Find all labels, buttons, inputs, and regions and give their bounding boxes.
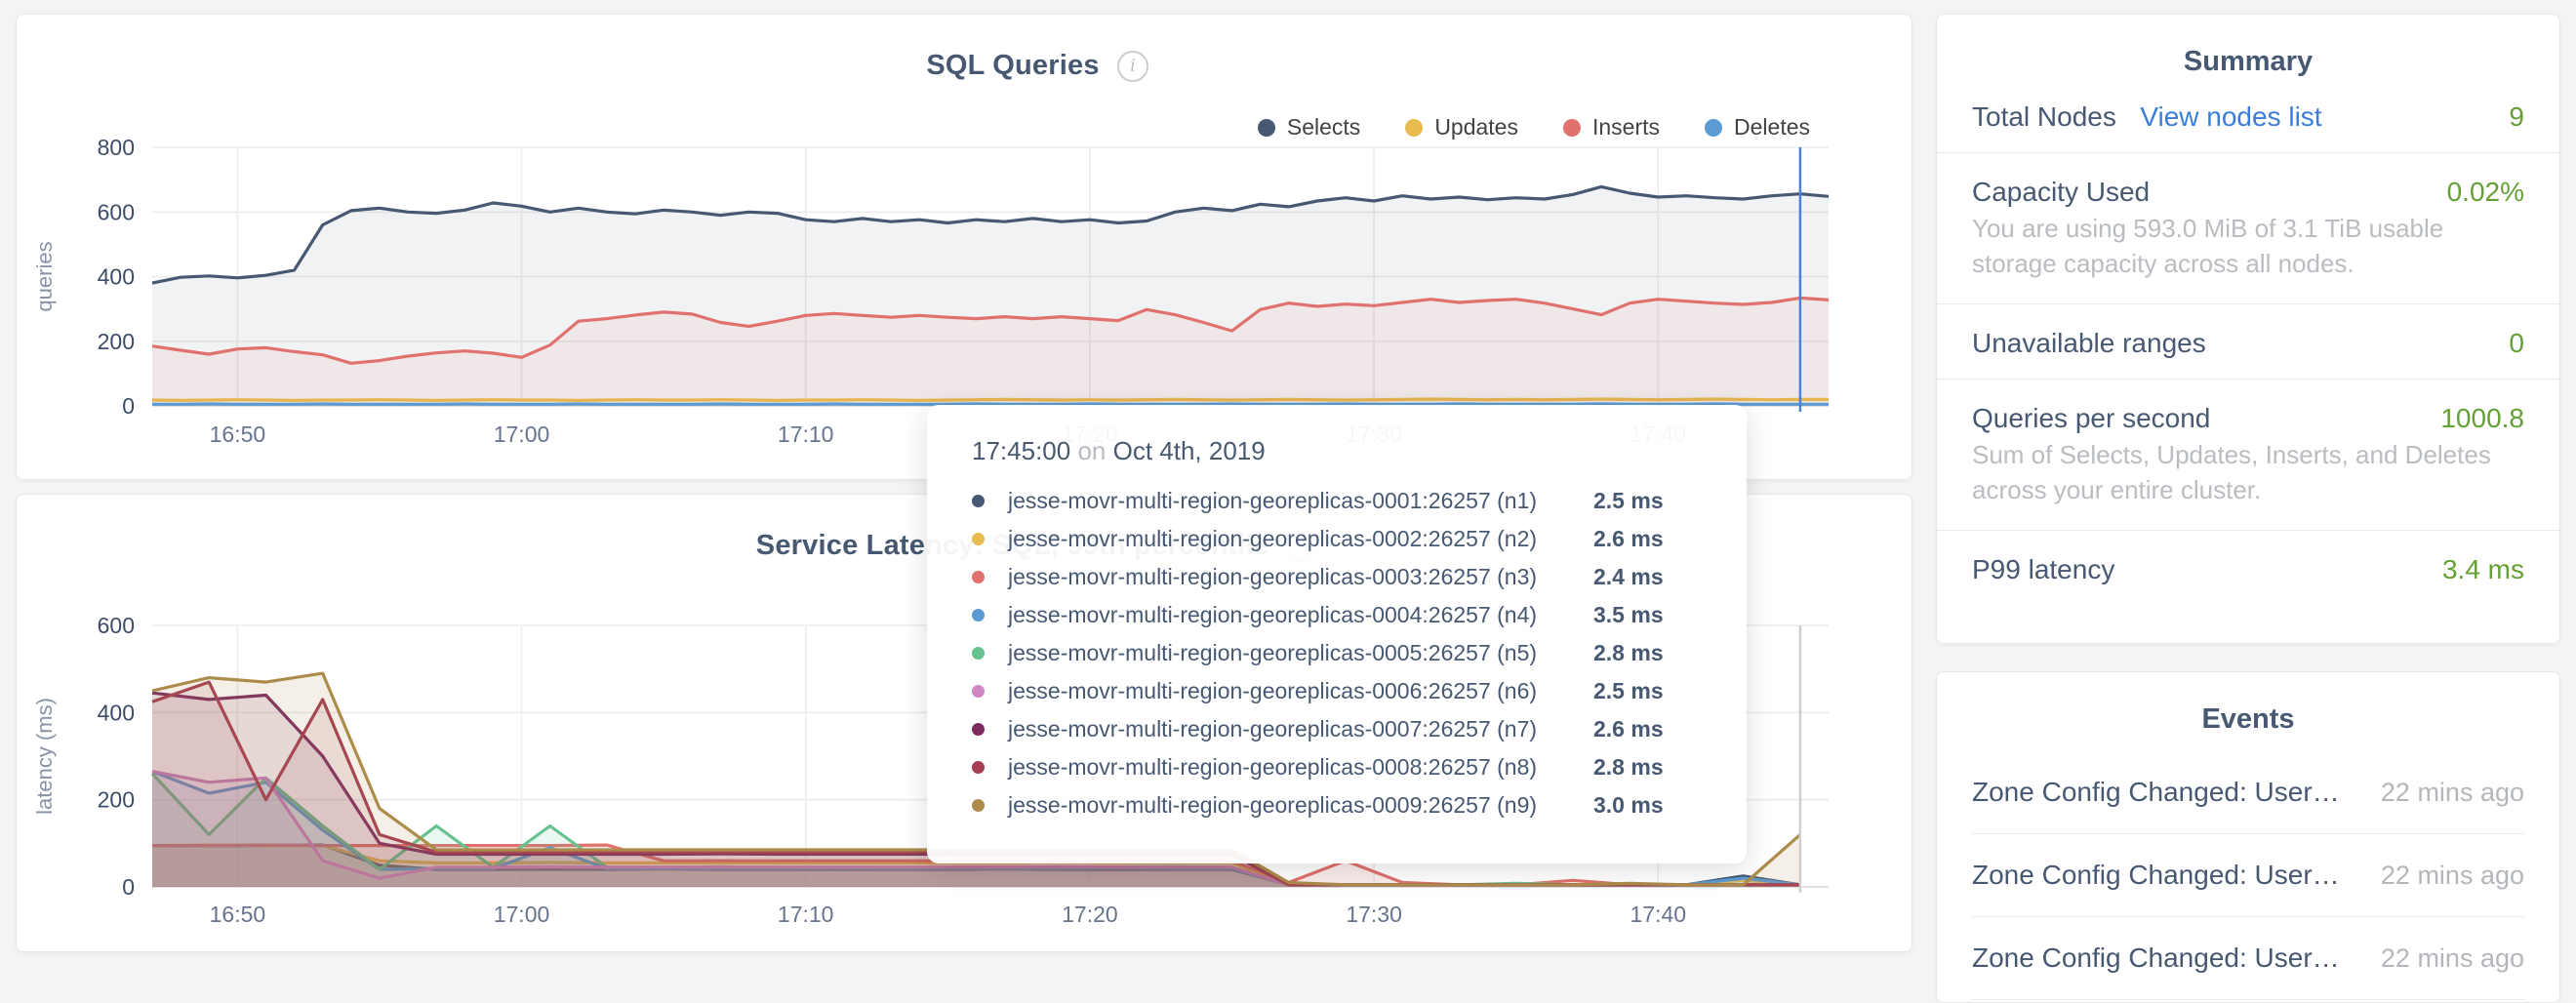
event-row[interactable]: Zone Config Changed: User… 22 mins ago bbox=[1972, 751, 2524, 834]
tooltip-rows: jesse-movr-multi-region-georeplicas-0001… bbox=[972, 482, 1708, 824]
node-latency-value: 2.8 ms bbox=[1593, 754, 1664, 781]
node-name: jesse-movr-multi-region-georeplicas-0004… bbox=[1008, 602, 1593, 628]
p99-latency-label: P99 latency bbox=[1972, 554, 2114, 585]
event-text: Zone Config Changed: User… bbox=[1972, 943, 2340, 974]
node-name: jesse-movr-multi-region-georeplicas-0003… bbox=[1008, 564, 1593, 590]
event-text: Zone Config Changed: User… bbox=[1972, 777, 2340, 808]
tooltip-node-row: jesse-movr-multi-region-georeplicas-0008… bbox=[972, 748, 1708, 786]
svg-text:600: 600 bbox=[98, 199, 135, 224]
events-title: Events bbox=[1937, 672, 2559, 736]
summary-panel: Summary Total Nodes View nodes list 9 Ca… bbox=[1936, 14, 2560, 644]
tooltip-node-row: jesse-movr-multi-region-georeplicas-0002… bbox=[972, 520, 1708, 558]
node-latency-value: 3.0 ms bbox=[1593, 792, 1664, 819]
view-nodes-list-link[interactable]: View nodes list bbox=[2140, 101, 2321, 132]
node-latency-value: 2.6 ms bbox=[1593, 526, 1664, 552]
node-name: jesse-movr-multi-region-georeplicas-0001… bbox=[1008, 488, 1593, 514]
tooltip-node-row: jesse-movr-multi-region-georeplicas-0007… bbox=[972, 710, 1708, 748]
event-row[interactable]: Zone Config Changed: User… 22 mins ago bbox=[1972, 917, 2524, 1000]
chart-tooltip: 17:45:00 on Oct 4th, 2019 jesse-movr-mul… bbox=[927, 405, 1747, 863]
node-color-dot bbox=[972, 495, 985, 507]
p99-latency-value: 3.4 ms bbox=[2442, 554, 2524, 585]
summary-row-unavailable: Unavailable ranges 0 bbox=[1937, 303, 2559, 379]
svg-text:17:00: 17:00 bbox=[494, 902, 550, 927]
node-color-dot bbox=[972, 723, 985, 736]
qps-value: 1000.8 bbox=[2440, 403, 2524, 434]
svg-text:17:00: 17:00 bbox=[494, 421, 550, 447]
svg-text:16:50: 16:50 bbox=[210, 902, 266, 927]
node-color-dot bbox=[972, 533, 985, 545]
qps-label: Queries per second bbox=[1972, 403, 2210, 434]
tooltip-node-row: jesse-movr-multi-region-georeplicas-0009… bbox=[972, 786, 1708, 824]
summary-row-p99: P99 latency 3.4 ms bbox=[1937, 530, 2559, 605]
svg-text:latency (ms): latency (ms) bbox=[32, 698, 57, 815]
node-name: jesse-movr-multi-region-georeplicas-0008… bbox=[1008, 754, 1593, 781]
capacity-description: You are using 593.0 MiB of 3.1 TiB usabl… bbox=[1937, 212, 2559, 303]
node-latency-value: 3.5 ms bbox=[1593, 602, 1664, 628]
tooltip-node-row: jesse-movr-multi-region-georeplicas-0006… bbox=[972, 672, 1708, 710]
svg-text:0: 0 bbox=[122, 393, 135, 419]
svg-text:200: 200 bbox=[98, 787, 135, 813]
svg-text:0: 0 bbox=[122, 874, 135, 900]
node-color-dot bbox=[972, 571, 985, 583]
tooltip-on: on bbox=[1077, 436, 1106, 465]
tooltip-timestamp: 17:45:00 on Oct 4th, 2019 bbox=[972, 436, 1708, 466]
node-latency-value: 2.4 ms bbox=[1593, 564, 1664, 590]
svg-text:queries: queries bbox=[32, 241, 57, 311]
svg-text:800: 800 bbox=[98, 135, 135, 160]
total-nodes-value: 9 bbox=[2509, 101, 2524, 133]
node-name: jesse-movr-multi-region-georeplicas-0002… bbox=[1008, 526, 1593, 552]
node-color-dot bbox=[972, 647, 985, 660]
node-color-dot bbox=[972, 761, 985, 774]
node-name: jesse-movr-multi-region-georeplicas-0005… bbox=[1008, 640, 1593, 666]
summary-row-total-nodes: Total Nodes View nodes list 9 bbox=[1937, 78, 2559, 152]
node-latency-value: 2.5 ms bbox=[1593, 488, 1664, 514]
svg-text:16:50: 16:50 bbox=[210, 421, 266, 447]
events-list: Zone Config Changed: User…22 mins agoZon… bbox=[1937, 751, 2559, 1000]
node-latency-value: 2.5 ms bbox=[1593, 678, 1664, 704]
node-name: jesse-movr-multi-region-georeplicas-0007… bbox=[1008, 716, 1593, 742]
event-time: 22 mins ago bbox=[2381, 778, 2524, 808]
unavailable-ranges-label: Unavailable ranges bbox=[1972, 328, 2206, 359]
node-color-dot bbox=[972, 685, 985, 698]
svg-text:17:40: 17:40 bbox=[1630, 902, 1687, 927]
node-name: jesse-movr-multi-region-georeplicas-0006… bbox=[1008, 678, 1593, 704]
svg-text:17:30: 17:30 bbox=[1346, 902, 1402, 927]
svg-text:400: 400 bbox=[98, 700, 135, 725]
capacity-label: Capacity Used bbox=[1972, 177, 2150, 208]
event-text: Zone Config Changed: User… bbox=[1972, 860, 2340, 891]
tooltip-time: 17:45:00 bbox=[972, 436, 1070, 465]
svg-text:600: 600 bbox=[98, 613, 135, 638]
summary-title: Summary bbox=[1937, 15, 2559, 78]
node-color-dot bbox=[972, 609, 985, 622]
capacity-value: 0.02% bbox=[2447, 177, 2524, 208]
node-color-dot bbox=[972, 799, 985, 812]
qps-description: Sum of Selects, Updates, Inserts, and De… bbox=[1937, 438, 2559, 530]
svg-text:17:10: 17:10 bbox=[778, 421, 834, 447]
svg-text:200: 200 bbox=[98, 329, 135, 354]
tooltip-node-row: jesse-movr-multi-region-georeplicas-0005… bbox=[972, 634, 1708, 672]
svg-text:400: 400 bbox=[98, 264, 135, 290]
node-latency-value: 2.6 ms bbox=[1593, 716, 1664, 742]
event-time: 22 mins ago bbox=[2381, 943, 2524, 974]
events-panel: Events Zone Config Changed: User… 22 mins… bbox=[1936, 671, 2560, 1003]
tooltip-date: Oct 4th, 2019 bbox=[1113, 436, 1266, 465]
event-row[interactable]: Zone Config Changed: User… 22 mins ago bbox=[1972, 834, 2524, 917]
tooltip-node-row: jesse-movr-multi-region-georeplicas-0001… bbox=[972, 482, 1708, 520]
svg-text:17:20: 17:20 bbox=[1062, 902, 1118, 927]
node-latency-value: 2.8 ms bbox=[1593, 640, 1664, 666]
tooltip-node-row: jesse-movr-multi-region-georeplicas-0003… bbox=[972, 558, 1708, 596]
total-nodes-label: Total Nodes bbox=[1972, 101, 2116, 132]
unavailable-ranges-value: 0 bbox=[2509, 328, 2524, 359]
tooltip-node-row: jesse-movr-multi-region-georeplicas-0004… bbox=[972, 596, 1708, 634]
svg-text:17:10: 17:10 bbox=[778, 902, 834, 927]
event-time: 22 mins ago bbox=[2381, 861, 2524, 891]
node-name: jesse-movr-multi-region-georeplicas-0009… bbox=[1008, 792, 1593, 819]
